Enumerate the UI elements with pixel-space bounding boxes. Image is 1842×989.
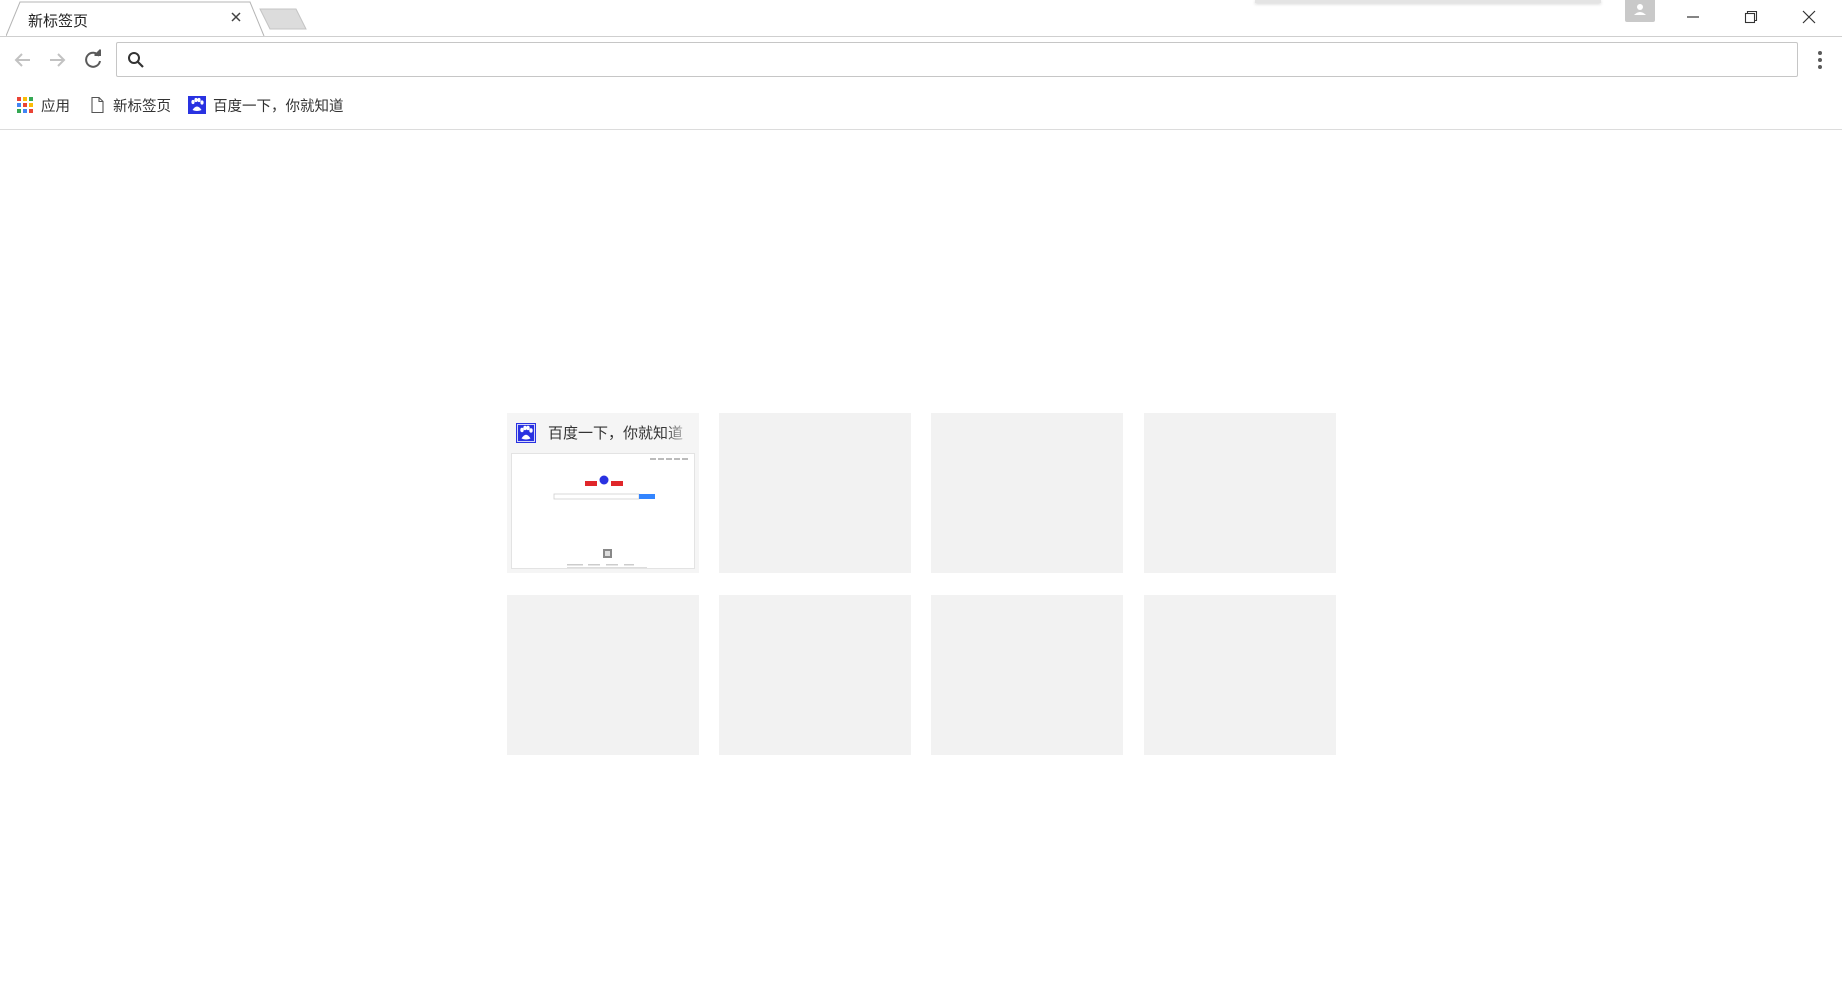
address-input[interactable]	[153, 48, 1737, 72]
reload-icon	[85, 49, 101, 68]
most-visited-tile-empty	[507, 595, 699, 755]
restore-icon	[1744, 10, 1758, 24]
tile-header: 百度一下，你就知道	[507, 413, 699, 449]
arrow-left-icon	[14, 53, 30, 67]
baidu-paw-icon	[516, 423, 536, 443]
tab-title: 新标签页	[28, 12, 89, 30]
most-visited-tile[interactable]: 百度一下，你就知道	[507, 413, 699, 573]
menu-button[interactable]	[1810, 47, 1830, 73]
page-icon	[91, 96, 104, 114]
most-visited-tile-empty	[719, 413, 911, 573]
bookmark-new-tab[interactable]: 新标签页	[88, 93, 171, 117]
bookmark-label: 应用	[41, 98, 70, 115]
most-visited-tile-empty	[931, 413, 1123, 573]
more-vert-icon	[1818, 51, 1822, 69]
arrow-right-icon	[50, 53, 66, 67]
bookmark-apps[interactable]: 应用	[16, 93, 70, 117]
search-icon	[127, 51, 145, 69]
toolbar	[0, 36, 1842, 82]
tile-title: 百度一下，你就知道	[548, 424, 684, 442]
baidu-paw-icon	[188, 96, 206, 114]
profile-button[interactable]	[1625, 0, 1655, 22]
minimize-icon	[1687, 16, 1699, 18]
back-button[interactable]	[10, 47, 36, 73]
most-visited-tile-empty	[931, 595, 1123, 755]
restore-button[interactable]	[1722, 0, 1780, 34]
tab-new-tab[interactable]: 新标签页	[6, 1, 266, 37]
close-icon	[1802, 10, 1816, 24]
title-bar: 新标签页	[0, 0, 1842, 37]
notification-strip	[1255, 0, 1601, 3]
most-visited-tile-empty	[1144, 413, 1336, 573]
close-window-button[interactable]	[1780, 0, 1838, 34]
tab-close-icon[interactable]	[228, 9, 244, 25]
bookmark-baidu[interactable]: 百度一下，你就知道	[188, 93, 344, 117]
address-bar[interactable]	[116, 42, 1798, 77]
bookmark-label: 百度一下，你就知道	[213, 98, 344, 115]
person-icon	[1634, 4, 1646, 15]
reload-button[interactable]	[80, 47, 106, 73]
bookmark-label: 新标签页	[113, 98, 171, 115]
bookmarks-bar: 应用 新标签页 百度一下，你就知道	[0, 82, 1842, 130]
baidu-homepage-thumbnail	[553, 458, 688, 568]
most-visited-tile-empty	[1144, 595, 1336, 755]
new-tab-button[interactable]	[258, 6, 308, 32]
most-visited-tile-empty	[719, 595, 911, 755]
minimize-button[interactable]	[1664, 0, 1722, 34]
forward-button[interactable]	[44, 47, 70, 73]
apps-grid-icon	[17, 97, 33, 113]
tile-thumbnail	[511, 453, 695, 569]
